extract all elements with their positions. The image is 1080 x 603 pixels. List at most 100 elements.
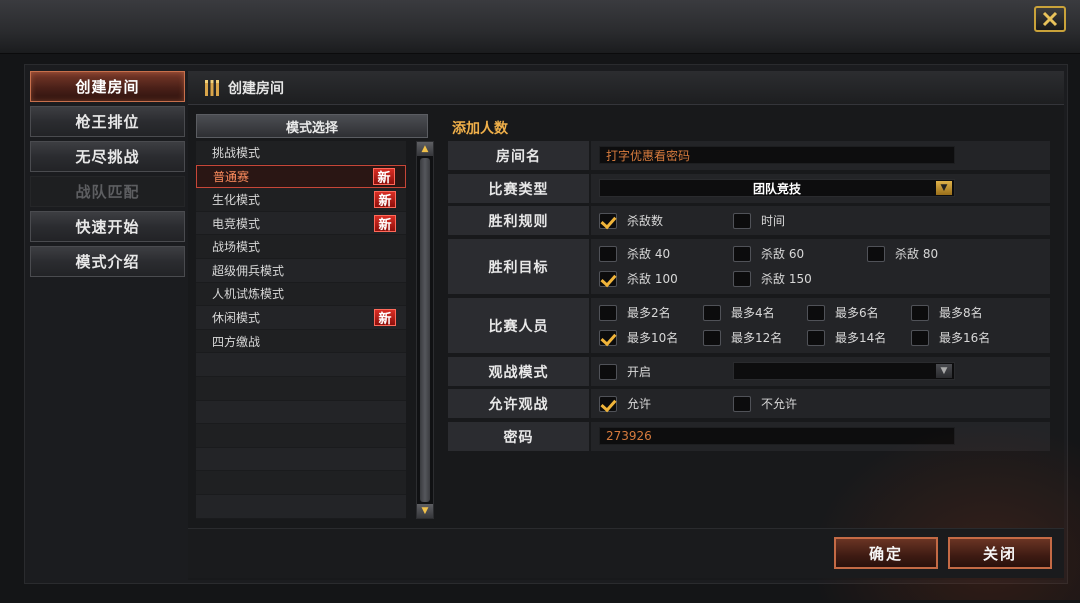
- checkbox[interactable]: [599, 245, 617, 262]
- scroll-down-icon[interactable]: ▼: [417, 504, 433, 518]
- players-max-8[interactable]: 最多8名: [911, 304, 983, 321]
- main-panel: 创建房间 模式选择 挑战模式 普通赛新 生化模式新 电竞模式新 战场模式 超级佣…: [188, 71, 1064, 580]
- mode-label: 四方缴战: [212, 334, 261, 349]
- mode-list-scrollbar[interactable]: ▲ ▼: [416, 141, 434, 519]
- players-max-16[interactable]: 最多16名: [911, 329, 990, 346]
- checkbox-checked[interactable]: [599, 329, 617, 346]
- menu-item-quick-start[interactable]: 快速开始: [30, 211, 185, 242]
- checkbox[interactable]: [867, 245, 885, 262]
- room-name-label: 房间名: [448, 141, 591, 170]
- page-title: 创建房间: [228, 80, 284, 97]
- mode-item-mercenary[interactable]: 超级佣兵模式: [196, 258, 406, 283]
- players-max-10[interactable]: 最多10名: [599, 329, 678, 346]
- checkbox[interactable]: [911, 304, 929, 321]
- password-row: 密码 273926: [448, 422, 1050, 451]
- players-max-2[interactable]: 最多2名: [599, 304, 671, 321]
- target-kills-60[interactable]: 杀敌 60: [733, 245, 804, 262]
- mode-item-zombie[interactable]: 生化模式 新: [196, 188, 406, 212]
- win-rule-time-option[interactable]: 时间: [733, 212, 785, 229]
- list-item-empty: [196, 400, 406, 425]
- mode-item-battlefield[interactable]: 战场模式: [196, 235, 406, 259]
- mode-select-panel: 模式选择 挑战模式 普通赛新 生化模式新 电竞模式新 战场模式 超级佣兵模式 人…: [196, 114, 434, 592]
- checkbox[interactable]: [807, 304, 825, 321]
- room-name-row: 房间名 打字优惠看密码: [448, 141, 1050, 170]
- list-item-empty: [196, 353, 406, 377]
- checkbox[interactable]: [911, 329, 929, 346]
- list-item-empty: [196, 494, 406, 519]
- mode-label: 普通赛: [213, 169, 250, 184]
- password-label: 密码: [448, 422, 591, 451]
- checkbox[interactable]: [807, 329, 825, 346]
- checkbox[interactable]: [733, 395, 751, 412]
- spectate-mode-row: 观战模式 开启 ▼: [448, 357, 1050, 386]
- mode-label: 战场模式: [212, 240, 261, 255]
- players-max-6[interactable]: 最多6名: [807, 304, 879, 321]
- checkbox[interactable]: [599, 304, 617, 321]
- mode-label: 休闲模式: [212, 310, 261, 325]
- players-max-14[interactable]: 最多14名: [807, 329, 886, 346]
- mode-label: 电竞模式: [212, 216, 261, 231]
- win-rule-kills-option[interactable]: 杀敌数: [599, 212, 663, 229]
- side-menu: 创建房间 枪王排位 无尽挑战 战队匹配 快速开始 模式介绍: [30, 71, 187, 281]
- mode-select-header: 模式选择: [196, 114, 428, 138]
- spectate-mode-select[interactable]: ▼: [733, 362, 955, 380]
- chevron-down-icon[interactable]: ▼: [936, 181, 952, 195]
- checkbox[interactable]: [703, 304, 721, 321]
- checkbox-checked[interactable]: [599, 395, 617, 412]
- panel-header: 创建房间: [188, 71, 1064, 105]
- mode-item-normal[interactable]: 普通赛 新: [196, 164, 406, 189]
- checkbox[interactable]: [733, 212, 751, 229]
- mode-item-ai-trial[interactable]: 人机试炼模式: [196, 282, 406, 307]
- scroll-thumb[interactable]: [420, 158, 430, 502]
- title-bar: [0, 0, 1080, 54]
- mode-item-challenge[interactable]: 挑战模式: [196, 141, 406, 165]
- new-badge: 新: [373, 167, 395, 186]
- password-input[interactable]: 273926: [599, 427, 955, 445]
- close-button[interactable]: 关闭: [948, 537, 1052, 569]
- menu-item-create-room[interactable]: 创建房间: [30, 71, 185, 102]
- close-icon[interactable]: [1034, 6, 1066, 32]
- list-item-empty: [196, 447, 406, 472]
- checkbox-checked[interactable]: [599, 270, 617, 287]
- menu-item-endless-challenge[interactable]: 无尽挑战: [30, 141, 185, 172]
- mode-item-esports[interactable]: 电竞模式 新: [196, 211, 406, 236]
- target-kills-40[interactable]: 杀敌 40: [599, 245, 670, 262]
- players-max-12[interactable]: 最多12名: [703, 329, 782, 346]
- list-item-empty: [196, 376, 406, 401]
- mode-label: 超级佣兵模式: [212, 263, 285, 278]
- win-rule-row: 胜利规则 杀敌数 时间: [448, 206, 1050, 235]
- target-kills-80[interactable]: 杀敌 80: [867, 245, 938, 262]
- new-badge: 新: [374, 214, 396, 233]
- checkbox[interactable]: [599, 363, 617, 380]
- scroll-up-icon[interactable]: ▲: [417, 142, 433, 156]
- menu-item-ranked[interactable]: 枪王排位: [30, 106, 185, 137]
- target-kills-150[interactable]: 杀敌 150: [733, 270, 812, 287]
- checkbox[interactable]: [733, 270, 751, 287]
- mode-item-four-way[interactable]: 四方缴战: [196, 329, 406, 354]
- match-type-value: 团队竞技: [752, 181, 801, 196]
- menu-item-mode-intro[interactable]: 模式介绍: [30, 246, 185, 277]
- confirm-button[interactable]: 确定: [834, 537, 938, 569]
- section-title: 添加人数: [452, 121, 508, 137]
- allow-option[interactable]: 允许: [599, 395, 651, 412]
- new-badge: 新: [374, 308, 396, 327]
- x-icon: [1042, 11, 1058, 27]
- win-rule-label: 胜利规则: [448, 206, 591, 235]
- mode-item-casual[interactable]: 休闲模式 新: [196, 306, 406, 330]
- checkbox[interactable]: [703, 329, 721, 346]
- checkbox-checked[interactable]: [599, 212, 617, 229]
- mode-label: 挑战模式: [212, 145, 261, 160]
- checkbox[interactable]: [733, 245, 751, 262]
- allow-spectate-label: 允许观战: [448, 389, 591, 418]
- spectate-on-option[interactable]: 开启: [599, 363, 651, 380]
- mode-label: 生化模式: [212, 192, 261, 207]
- match-type-select[interactable]: 团队竞技 ▼: [599, 179, 955, 197]
- chevron-down-icon[interactable]: ▼: [936, 364, 952, 378]
- target-kills-100[interactable]: 杀敌 100: [599, 270, 678, 287]
- disallow-option[interactable]: 不允许: [733, 395, 797, 412]
- new-badge: 新: [374, 190, 396, 209]
- room-name-input[interactable]: 打字优惠看密码: [599, 146, 955, 164]
- players-max-4[interactable]: 最多4名: [703, 304, 775, 321]
- players-row: 比赛人员 最多2名 最多4名 最多6名 最多8名 最多10名 最多12名 最多1…: [448, 298, 1050, 353]
- mode-list: 挑战模式 普通赛新 生化模式新 电竞模式新 战场模式 超级佣兵模式 人机试炼模式…: [196, 141, 406, 519]
